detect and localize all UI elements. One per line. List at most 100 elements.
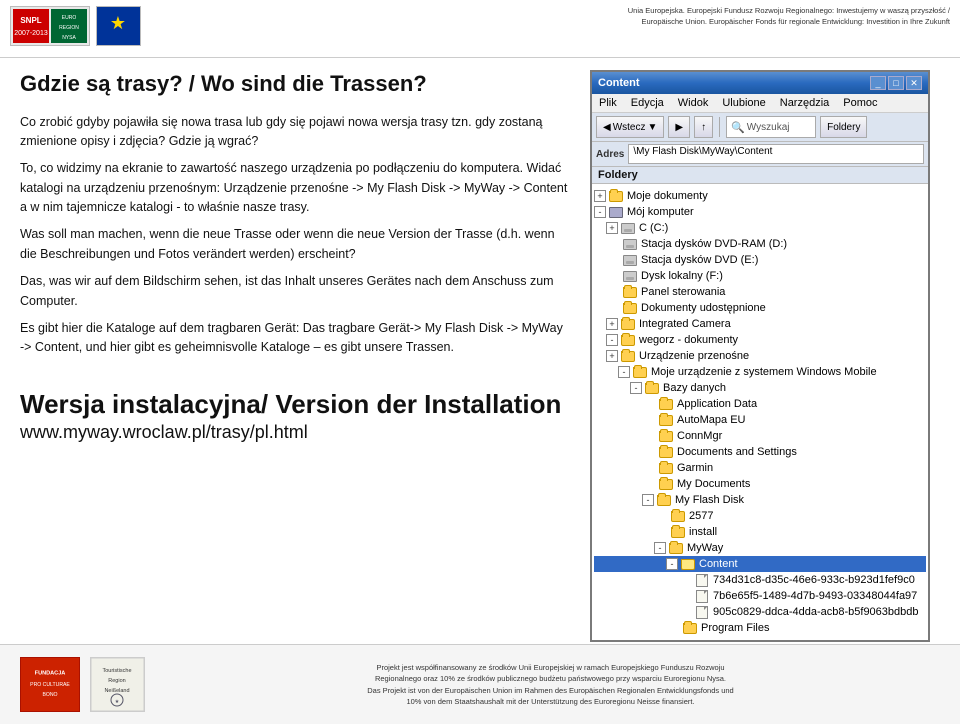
tree-item-label: Documents and Settings [677, 446, 797, 458]
folder-icon [620, 333, 636, 347]
tree-expand-placeholder [666, 622, 680, 634]
svg-text:Region: Region [108, 678, 125, 684]
folder-icon [670, 525, 686, 539]
snpl-logo: SNPL 2007-2013 EURO REGION NYSA [10, 6, 90, 46]
tree-expand-button[interactable]: - [642, 494, 654, 506]
tree-item[interactable]: Dysk lokalny (F:) [594, 268, 926, 284]
folder-icon [658, 477, 674, 491]
tree-item[interactable]: Application Data [594, 396, 926, 412]
tree-item[interactable]: -Bazy danych [594, 380, 926, 396]
header-right-text: Unia Europejska. Europejski Fundusz Rozw… [610, 6, 950, 27]
tree-item[interactable]: 2577 [594, 508, 926, 524]
menu-ulubione[interactable]: Ulubione [719, 96, 768, 110]
tree-expand-button[interactable]: + [606, 350, 618, 362]
tree-expand-button[interactable]: + [606, 222, 618, 234]
close-button[interactable]: ✕ [906, 76, 922, 90]
minimize-button[interactable]: _ [870, 76, 886, 90]
tree-item[interactable]: install [594, 524, 926, 540]
tree-item-label: C (C:) [639, 222, 668, 234]
tree-expand-button[interactable]: + [606, 318, 618, 330]
tree-item-label: 2577 [689, 510, 713, 522]
folders-button[interactable]: Foldery [820, 116, 867, 138]
titlebar-buttons: _ □ ✕ [870, 76, 922, 90]
tree-item[interactable]: - Moje urządzenie z systemem Windows Mobi… [594, 364, 926, 380]
folder-icon [668, 541, 684, 555]
back-button[interactable]: ◀ Wstecz ▼ [596, 116, 664, 138]
tree-item[interactable]: + C (C:) [594, 220, 926, 236]
svg-text:NYSA: NYSA [62, 35, 76, 41]
tree-item-label: Moje urządzenie z systemem Windows Mobil… [651, 366, 877, 378]
tree-item[interactable]: + Integrated Camera [594, 316, 926, 332]
tree-expand-button[interactable]: - [606, 334, 618, 346]
back-dropdown-icon: ▼ [647, 122, 657, 133]
tree-item[interactable]: - Mój komputer [594, 204, 926, 220]
footer-text: Projekt jest współfinansowany ze środków… [161, 662, 940, 707]
tree-item[interactable]: -My Flash Disk [594, 492, 926, 508]
forward-arrow-icon: ▶ [675, 122, 683, 133]
menu-narzedzia[interactable]: Narzędzia [777, 96, 833, 110]
tree-item[interactable]: 905c0829-ddca-4dda-acb8-b5f9063bdbdb [594, 604, 926, 620]
tree-item[interactable]: ConnMgr [594, 428, 926, 444]
tree-item-label: Mój komputer [627, 206, 694, 218]
tree-expand-button[interactable]: - [630, 382, 642, 394]
tree-expand-button[interactable]: + [594, 190, 606, 202]
tree-item[interactable]: Program Files [594, 620, 926, 636]
explorer-window: Content _ □ ✕ Plik Edycja Widok Ulubione… [590, 70, 930, 642]
up-arrow-icon: ↑ [701, 122, 706, 133]
tree-item[interactable]: -MyWay [594, 540, 926, 556]
menu-plik[interactable]: Plik [596, 96, 620, 110]
tree-expand-placeholder [606, 286, 620, 298]
folder-icon [632, 365, 648, 379]
paragraph-5: Es gibt hier die Kataloge auf dem tragba… [20, 319, 570, 358]
tree-expand-button[interactable]: - [666, 558, 678, 570]
tree-item[interactable]: My Documents [594, 476, 926, 492]
folder-icon [658, 429, 674, 443]
menu-widok[interactable]: Widok [675, 96, 712, 110]
tree-item-label: Application Data [677, 398, 757, 410]
tree-item[interactable]: Panel sterowania [594, 284, 926, 300]
tree-item-label: Dysk lokalny (F:) [641, 270, 723, 282]
svg-text:Touristische: Touristische [102, 668, 131, 674]
address-input[interactable]: \My Flash Disk\MyWay\Content [628, 144, 924, 164]
tree-item-label: install [689, 526, 717, 538]
tree-item-label: ConnMgr [677, 430, 722, 442]
up-button[interactable]: ↑ [694, 116, 713, 138]
tree-item[interactable]: Garmin [594, 460, 926, 476]
tree-item[interactable]: -wegorz - dokumenty [594, 332, 926, 348]
tree-item[interactable]: 7b6e65f5-1489-4d7b-9493-03348044fa97 [594, 588, 926, 604]
tree-item[interactable]: +Moje dokumenty [594, 188, 926, 204]
tree-item[interactable]: - Content [594, 556, 926, 572]
maximize-button[interactable]: □ [888, 76, 904, 90]
tree-item[interactable]: Dokumenty udostępnione [594, 300, 926, 316]
svg-text:EURO: EURO [62, 15, 77, 21]
bottom-text-block: Wersja instalacyjna/ Version der Install… [20, 388, 570, 443]
tree-item-label: Integrated Camera [639, 318, 731, 330]
tree-expand-placeholder [642, 414, 656, 426]
tree-expand-placeholder [654, 510, 668, 522]
tree-item[interactable]: Stacja dysków DVD-RAM (D:) [594, 236, 926, 252]
tree-item[interactable]: Documents and Settings [594, 444, 926, 460]
tree-item-label: Content [699, 558, 738, 570]
file-icon [694, 589, 710, 603]
tree-item-label: 905c0829-ddca-4dda-acb8-b5f9063bdbdb [713, 606, 919, 618]
menu-pomoc[interactable]: Pomoc [840, 96, 880, 110]
tree-expand-button[interactable]: - [594, 206, 606, 218]
forward-button[interactable]: ▶ [668, 116, 690, 138]
folder-label-bar: Foldery [592, 167, 928, 184]
explorer-title: Content [598, 77, 640, 89]
folder-icon [682, 621, 698, 635]
tree-item[interactable]: AutoMapa EU [594, 412, 926, 428]
explorer-body: +Moje dokumenty - Mój komputer + C (C:) Stacj… [592, 184, 928, 640]
tree-item-label: Stacja dysków DVD (E:) [641, 254, 758, 266]
tree-expand-button[interactable]: - [618, 366, 630, 378]
tree-item[interactable]: 734d31c8-d35c-46e6-933c-b923d1fef9c0 [594, 572, 926, 588]
tree-item[interactable]: Stacja dysków DVD (E:) [594, 252, 926, 268]
menu-edycja[interactable]: Edycja [628, 96, 667, 110]
file-icon [694, 605, 710, 619]
svg-text:BONO: BONO [42, 692, 57, 698]
tree-expand-button[interactable]: - [654, 542, 666, 554]
folder-icon [658, 445, 674, 459]
tree-item-label: 7b6e65f5-1489-4d7b-9493-03348044fa97 [713, 590, 917, 602]
tree-item[interactable]: +Urządzenie przenośne [594, 348, 926, 364]
explorer-toolbar: ◀ Wstecz ▼ ▶ ↑ 🔍 Wyszukaj Foldery [592, 113, 928, 142]
